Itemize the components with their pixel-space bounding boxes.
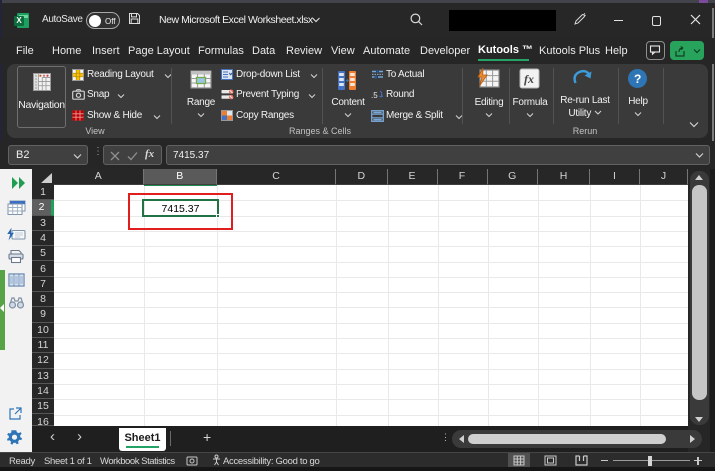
- svg-text:?: ?: [634, 72, 641, 86]
- svg-text:fx: fx: [524, 72, 534, 86]
- svg-text:.5: .5: [371, 91, 378, 100]
